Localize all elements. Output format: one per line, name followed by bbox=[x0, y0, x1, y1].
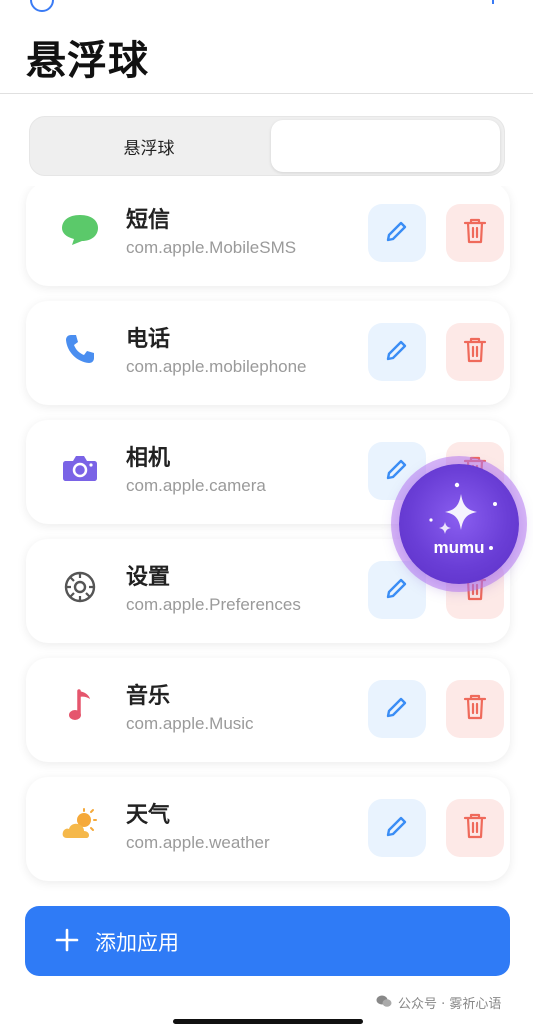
pencil-icon bbox=[384, 694, 410, 724]
trash-icon bbox=[462, 693, 488, 725]
trash-icon bbox=[462, 217, 488, 249]
watermark-text: 公众号 · 雾祈心语 bbox=[398, 997, 502, 1012]
app-row-sms: 短信 com.apple.MobileSMS bbox=[26, 186, 510, 286]
app-name: 设置 bbox=[126, 565, 171, 590]
segmented-control: 悬浮球 bbox=[29, 116, 505, 176]
page-title: 悬浮球 bbox=[26, 38, 149, 84]
delete-button[interactable] bbox=[446, 680, 504, 738]
top-right-action-icon[interactable] bbox=[492, 0, 494, 4]
trash-icon bbox=[462, 336, 488, 368]
add-app-label: 添加应用 bbox=[95, 931, 179, 955]
home-indicator[interactable] bbox=[173, 1019, 363, 1024]
edit-button[interactable] bbox=[368, 680, 426, 738]
add-app-button[interactable]: 添加应用 bbox=[25, 906, 510, 976]
segment-floating-ball[interactable]: 悬浮球 bbox=[30, 117, 268, 175]
watermark: 公众号 · 雾祈心语 bbox=[376, 993, 501, 1012]
edit-button[interactable] bbox=[368, 323, 426, 381]
delete-button[interactable] bbox=[446, 799, 504, 857]
plus-icon bbox=[55, 928, 79, 956]
app-bundle-id: com.apple.Preferences bbox=[126, 595, 301, 614]
floating-ball-label: mumu bbox=[433, 538, 485, 557]
camera-icon bbox=[60, 448, 100, 488]
app-row-weather: 天气 com.apple.weather bbox=[26, 777, 510, 881]
pencil-icon bbox=[384, 337, 410, 367]
delete-button[interactable] bbox=[446, 204, 504, 262]
app-bundle-id: com.apple.mobilephone bbox=[126, 357, 307, 376]
sparkle-icon bbox=[429, 482, 497, 550]
gear-icon bbox=[60, 567, 100, 607]
app-row-music: 音乐 com.apple.Music bbox=[26, 658, 510, 762]
app-row-phone: 电话 com.apple.mobilephone bbox=[26, 301, 510, 405]
trash-icon bbox=[462, 812, 488, 844]
phone-icon bbox=[60, 329, 100, 369]
segment-selected[interactable] bbox=[271, 120, 500, 172]
pencil-icon bbox=[384, 218, 410, 248]
music-note-icon bbox=[60, 686, 100, 726]
app-bundle-id: com.apple.camera bbox=[126, 476, 266, 495]
title-divider bbox=[0, 93, 533, 94]
app-bundle-id: com.apple.MobileSMS bbox=[126, 238, 297, 257]
app-bundle-id: com.apple.weather bbox=[126, 833, 270, 852]
edit-button[interactable] bbox=[368, 204, 426, 262]
edit-button[interactable] bbox=[368, 799, 426, 857]
message-bubble-icon bbox=[60, 210, 100, 250]
top-bar-remnant bbox=[0, 0, 533, 12]
app-name: 短信 bbox=[126, 208, 171, 233]
delete-button[interactable] bbox=[446, 323, 504, 381]
app-name: 电话 bbox=[126, 327, 171, 352]
app-name: 天气 bbox=[126, 803, 171, 828]
app-name: 相机 bbox=[126, 446, 171, 471]
back-circle-icon[interactable] bbox=[30, 0, 54, 12]
wechat-icon bbox=[376, 994, 392, 1012]
app-bundle-id: com.apple.Music bbox=[126, 714, 254, 733]
app-name: 音乐 bbox=[126, 684, 171, 709]
pencil-icon bbox=[384, 813, 410, 843]
sun-cloud-icon bbox=[60, 805, 100, 845]
floating-ball[interactable]: mumu bbox=[399, 464, 519, 584]
